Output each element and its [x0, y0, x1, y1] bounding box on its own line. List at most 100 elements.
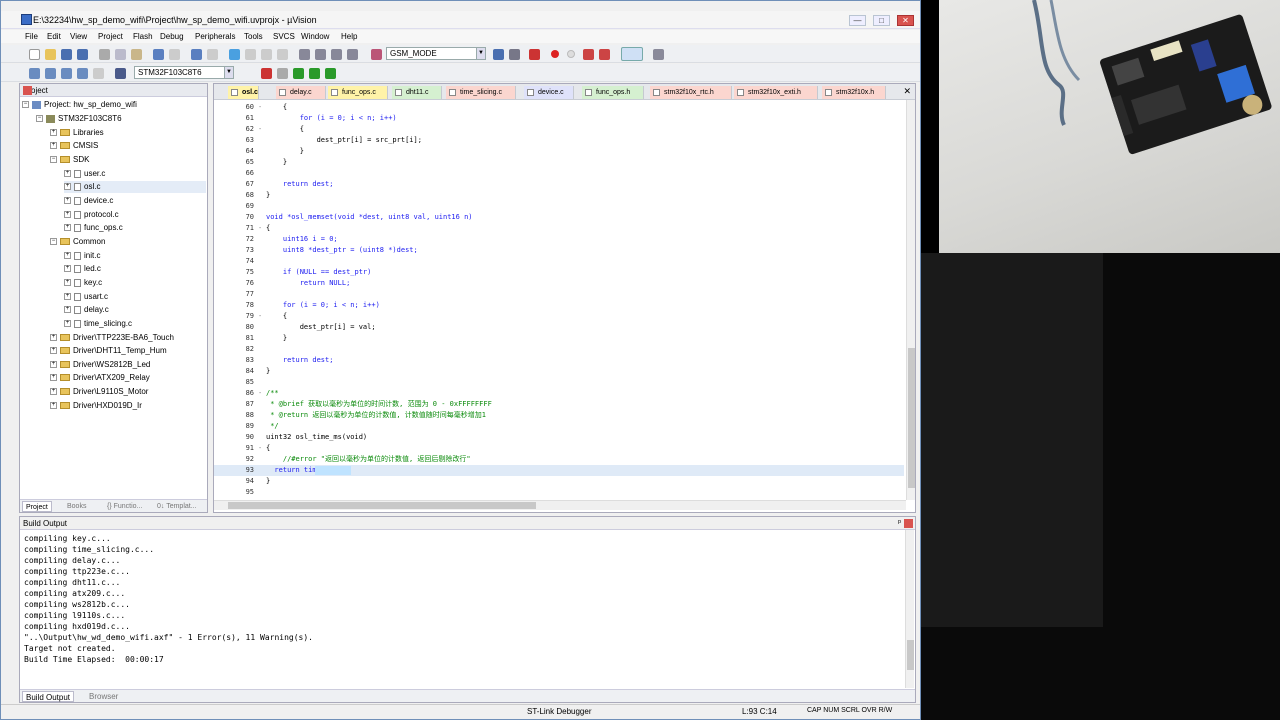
tree-file-usart-c[interactable]: + usart.c — [64, 291, 108, 303]
bookmark-icon[interactable] — [229, 49, 240, 60]
cut-icon[interactable] — [99, 49, 110, 60]
unindent-icon[interactable] — [315, 49, 326, 60]
copy-icon[interactable] — [115, 49, 126, 60]
tree-file-delay-c[interactable]: + delay.c — [64, 304, 109, 316]
tab-time-slicing-c[interactable]: time_slicing.c — [446, 86, 516, 99]
tab-project[interactable]: Project — [22, 501, 52, 512]
tree-group-sdk[interactable]: − SDK — [50, 154, 89, 166]
menu-edit[interactable]: Edit — [47, 32, 61, 41]
tab-functions[interactable]: {} Functio... — [104, 501, 145, 512]
next-bookmark-icon[interactable] — [261, 49, 272, 60]
close-icon[interactable] — [23, 86, 32, 95]
window-layout-icon[interactable] — [621, 47, 643, 61]
tab-dht11-c[interactable]: dht11.c — [392, 86, 442, 99]
chevron-down-icon[interactable]: ▼ — [476, 48, 485, 59]
select-packs-icon[interactable] — [309, 68, 320, 79]
prev-bookmark-icon[interactable] — [245, 49, 256, 60]
scroll-thumb[interactable] — [908, 348, 915, 488]
close-button[interactable]: ✕ — [897, 15, 914, 26]
tree-group-driver-dht11[interactable]: + Driver\DHT11_Temp_Hum — [50, 345, 167, 357]
save-all-icon[interactable] — [77, 49, 88, 60]
scroll-thumb[interactable] — [907, 640, 914, 670]
tree-group-driver-touch[interactable]: + Driver\TTP223E-BA6_Touch — [50, 332, 174, 344]
new-file-icon[interactable] — [29, 49, 40, 60]
save-icon[interactable] — [61, 49, 72, 60]
build-output-scrollbar[interactable] — [905, 530, 914, 688]
editor-horizontal-scrollbar[interactable] — [214, 500, 906, 510]
tree-group-driver-relay[interactable]: + Driver\ATX209_Relay — [50, 372, 150, 384]
menu-tools[interactable]: Tools — [244, 32, 263, 41]
menu-debug[interactable]: Debug — [160, 32, 184, 41]
uncomment-icon[interactable] — [347, 49, 358, 60]
find-combo[interactable]: GSM_MODE ▼ — [386, 47, 486, 60]
redo-icon[interactable] — [169, 49, 180, 60]
tab-stm32f10x-h[interactable]: stm32f10x.h — [822, 86, 886, 99]
disable-breakpoint-icon[interactable] — [567, 50, 575, 58]
stop-build-icon[interactable] — [93, 68, 104, 79]
close-icon[interactable] — [904, 519, 913, 528]
find-icon[interactable] — [509, 49, 520, 60]
tree-file-device-c[interactable]: + device.c — [64, 195, 113, 207]
pin-icon[interactable]: ᵖ — [23, 85, 191, 94]
tree-group-libraries[interactable]: + Libraries — [50, 127, 104, 139]
tab-browser[interactable]: Browser — [86, 691, 121, 702]
tree-group-cmsis[interactable]: + CMSIS — [50, 140, 98, 152]
tab-device-c[interactable]: device.c — [524, 86, 574, 99]
tab-delay-c[interactable]: delay.c — [276, 86, 326, 99]
paste-icon[interactable] — [131, 49, 142, 60]
tab-books[interactable]: Books — [64, 501, 89, 512]
translate-icon[interactable] — [29, 68, 40, 79]
nav-forward-icon[interactable] — [207, 49, 218, 60]
undo-icon[interactable] — [153, 49, 164, 60]
menu-flash[interactable]: Flash — [133, 32, 153, 41]
tree-file-osl-c[interactable]: + osl.c — [64, 181, 206, 193]
comment-icon[interactable] — [331, 49, 342, 60]
menu-file[interactable]: File — [25, 32, 38, 41]
tree-group-driver-ws2812b[interactable]: + Driver\WS2812B_Led — [50, 359, 150, 371]
tab-stm32f10x-rtc-h[interactable]: stm32f10x_rtc.h — [650, 86, 732, 99]
breakpoint-icon[interactable] — [551, 50, 559, 58]
file-extensions-icon[interactable] — [277, 68, 288, 79]
tab-func-ops-c[interactable]: func_ops.c — [328, 86, 388, 99]
tree-group-driver-motor[interactable]: + Driver\L9110S_Motor — [50, 386, 148, 398]
editor-vertical-scrollbar[interactable] — [906, 100, 915, 500]
tree-project-root[interactable]: − Project: hw_sp_demo_wifi — [22, 99, 137, 111]
target-combo[interactable]: STM32F103C8T6 ▼ — [134, 66, 234, 79]
kill-breakpoints-icon[interactable] — [583, 49, 594, 60]
menu-project[interactable]: Project — [98, 32, 123, 41]
menu-peripherals[interactable]: Peripherals — [195, 32, 235, 41]
target-options-icon[interactable] — [261, 68, 272, 79]
code-area[interactable]: 60- { 61 for (i = 0; i < n; i++) 62- { 6… — [214, 100, 906, 500]
tab-func-ops-h[interactable]: func_ops.h — [582, 86, 644, 99]
tree-file-time-slicing-c[interactable]: + time_slicing.c — [64, 318, 132, 330]
nav-back-icon[interactable] — [191, 49, 202, 60]
find-in-files-icon[interactable] — [371, 49, 382, 60]
tree-file-led-c[interactable]: + led.c — [64, 263, 101, 275]
minimize-button[interactable]: — — [849, 15, 866, 26]
batch-build-icon[interactable] — [77, 68, 88, 79]
rebuild-icon[interactable] — [61, 68, 72, 79]
tab-osl-c[interactable]: osl.c — [228, 86, 259, 99]
configure-icon[interactable] — [653, 49, 664, 60]
debug-session-icon[interactable] — [529, 49, 540, 60]
clear-bookmarks-icon[interactable] — [277, 49, 288, 60]
tab-build-output[interactable]: Build Output — [22, 691, 75, 702]
close-tab-icon[interactable]: ✕ — [903, 86, 911, 97]
tree-group-common[interactable]: − Common — [50, 236, 105, 248]
menu-help[interactable]: Help — [341, 32, 357, 41]
download-icon[interactable] — [115, 68, 126, 79]
run-time-env-icon[interactable] — [325, 68, 336, 79]
incremental-find-icon[interactable] — [493, 49, 504, 60]
tree-file-func-ops-c[interactable]: + func_ops.c — [64, 222, 123, 234]
manage-packs-icon[interactable] — [293, 68, 304, 79]
chevron-down-icon[interactable]: ▼ — [224, 67, 233, 78]
tree-target[interactable]: − STM32F103C8T6 — [36, 113, 122, 125]
tree-file-init-c[interactable]: + init.c — [64, 250, 100, 262]
tab-stm32f10x-exti-h[interactable]: stm32f10x_exti.h — [734, 86, 818, 99]
menu-window[interactable]: Window — [301, 32, 329, 41]
build-icon[interactable] — [45, 68, 56, 79]
open-file-icon[interactable] — [45, 49, 56, 60]
menu-view[interactable]: View — [70, 32, 87, 41]
scroll-thumb[interactable] — [228, 502, 536, 509]
kill-all-breakpoints-icon[interactable] — [599, 49, 610, 60]
